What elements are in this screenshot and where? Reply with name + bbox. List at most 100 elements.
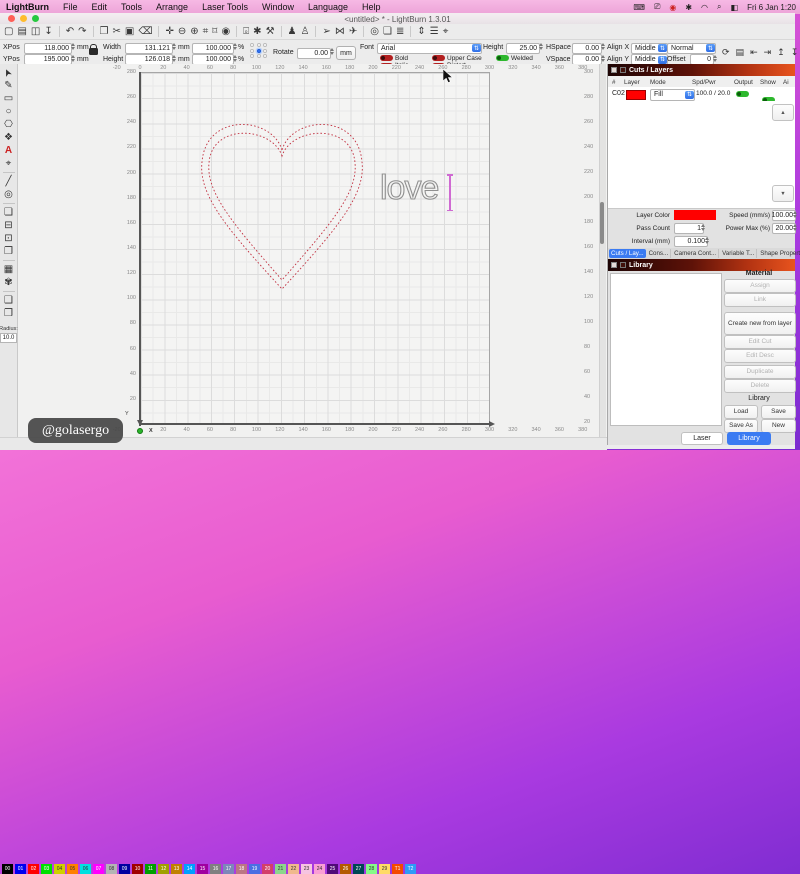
create-new-from-layer-button[interactable]: Create new from layer <box>724 312 796 335</box>
distribute-icon[interactable]: ⇕ <box>417 25 425 39</box>
edit-nodes-tool[interactable]: ❖ <box>4 131 13 144</box>
palette-chip-15[interactable]: 15 <box>197 864 208 874</box>
ellipse-tool[interactable]: ○ <box>5 105 11 118</box>
preview-icon[interactable]: ⌻ <box>243 25 249 39</box>
delete-button[interactable]: Delete <box>724 379 796 393</box>
polygon-tool[interactable]: ⎔ <box>4 118 13 131</box>
menu-item-edit[interactable]: Edit <box>92 2 108 12</box>
delete-icon[interactable]: ⌫ <box>138 25 152 39</box>
measure-tool[interactable]: ╱ <box>5 175 11 188</box>
zoom-in-icon[interactable]: ⊕ <box>190 25 198 39</box>
align-x-select[interactable]: Middle⇅ <box>631 43 668 54</box>
palette-chip-T1[interactable]: T1 <box>392 864 403 874</box>
palette-chip-12[interactable]: 12 <box>158 864 169 874</box>
palette-chip-28[interactable]: 28 <box>366 864 377 874</box>
palette-chip-13[interactable]: 13 <box>171 864 182 874</box>
palette-chip-07[interactable]: 07 <box>93 864 104 874</box>
welded-toggle-switch[interactable] <box>496 55 509 61</box>
font-height-input[interactable]: 25.00 <box>506 43 540 54</box>
palette-chip-17[interactable]: 17 <box>223 864 234 874</box>
control-center-icon[interactable]: ◧ <box>731 3 739 12</box>
heart-outline-outer[interactable] <box>202 124 363 289</box>
move-layer-down-button[interactable]: ▼ <box>772 185 794 202</box>
palette-chip-16[interactable]: 16 <box>210 864 221 874</box>
display-icon[interactable]: ⎚ <box>654 2 660 12</box>
camera-icon[interactable]: ◉ <box>221 25 230 39</box>
menu-item-laser-tools[interactable]: Laser Tools <box>202 2 248 12</box>
settings-icon[interactable]: ✱ <box>253 25 261 39</box>
move-layer-up-button[interactable]: ▲ <box>772 104 794 121</box>
select-tool[interactable]: ➤ <box>1 66 16 79</box>
user-icon[interactable]: ♙ <box>301 25 310 39</box>
panel-tab-3[interactable]: Variable T... <box>720 249 757 258</box>
menu-item-arrange[interactable]: Arrange <box>156 2 188 12</box>
position-laser-tool[interactable]: ⌖ <box>6 157 12 170</box>
palette-chip-19[interactable]: 19 <box>249 864 260 874</box>
assign-button[interactable]: Assign <box>724 279 796 293</box>
boolean-union-tool[interactable]: ❏ <box>4 206 13 219</box>
close-panel-icon[interactable] <box>620 262 626 268</box>
layer-color-value[interactable] <box>674 210 716 220</box>
palette-chip-27[interactable]: 27 <box>353 864 364 874</box>
refresh-icon[interactable]: ⟳ <box>722 47 730 58</box>
palette-chip-11[interactable]: 11 <box>145 864 156 874</box>
save-as-button[interactable]: Save As <box>724 419 758 433</box>
anchor-center-dot[interactable] <box>257 49 261 53</box>
selection-region-icon[interactable]: ⌑ <box>212 25 217 39</box>
layer-output-toggle[interactable] <box>736 91 749 97</box>
canvas-scrollbar[interactable] <box>599 64 606 437</box>
panel-tab-4[interactable]: Shape Properti... <box>758 249 800 258</box>
palette-chip-29[interactable]: 29 <box>379 864 390 874</box>
align-rows-icon[interactable]: ☰ <box>430 25 439 39</box>
boolean-intersect-tool[interactable]: ⊡ <box>4 232 12 245</box>
palette-chip-00[interactable]: 00 <box>2 864 13 874</box>
cuts-layers-titlebar[interactable]: Cuts / Layers <box>608 64 795 76</box>
palette-chip-02[interactable]: 02 <box>28 864 39 874</box>
palette-chip-23[interactable]: 23 <box>301 864 312 874</box>
move-to-position-icon[interactable]: ⌖ <box>443 25 449 39</box>
edit-desc-button[interactable]: Edit Desc <box>724 349 796 363</box>
frame-selection-icon[interactable]: ⌗ <box>203 25 209 39</box>
radius-input[interactable]: 10.0 <box>0 333 17 343</box>
paste-icon[interactable]: ▣ <box>125 25 134 39</box>
lock-aspect-icon[interactable] <box>89 48 98 55</box>
boolean-assistant-tool[interactable]: ❐ <box>4 245 13 258</box>
float-panel-icon[interactable] <box>611 67 617 73</box>
material-library-icon[interactable]: ♟ <box>288 25 297 39</box>
text-object[interactable]: love <box>380 171 438 205</box>
undo-icon[interactable]: ↶ <box>66 25 74 39</box>
palette-chip-01[interactable]: 01 <box>15 864 26 874</box>
panel-tab-0[interactable]: Cuts / Lay... <box>609 249 646 258</box>
copy-along-path-tool[interactable]: ❑ <box>4 294 13 307</box>
panel-tab-2[interactable]: Camera Cont... <box>672 249 719 258</box>
width-input[interactable]: 131.121 <box>125 43 173 54</box>
menu-item-help[interactable]: Help <box>362 2 381 12</box>
edit-text-tool[interactable]: A <box>5 144 12 157</box>
xpos-input[interactable]: 118.000 <box>24 43 72 54</box>
palette-chip-05[interactable]: 05 <box>67 864 78 874</box>
keyboard-icon[interactable]: ⌨ <box>633 3 645 12</box>
record-icon[interactable]: ◉ <box>669 3 676 12</box>
rotate-input[interactable]: 0.00 <box>297 48 331 59</box>
sound-icon[interactable]: ≣ <box>396 25 404 39</box>
align-right-icon[interactable]: ⇥ <box>764 47 772 58</box>
layer-list[interactable] <box>608 101 795 209</box>
load-button[interactable]: Load <box>724 405 758 419</box>
palette-chip-04[interactable]: 04 <box>54 864 65 874</box>
align-bottom-icon[interactable]: ↧ <box>791 47 799 58</box>
library-list[interactable] <box>610 273 722 426</box>
duplicate-button[interactable]: Duplicate <box>724 365 796 379</box>
new-file-icon[interactable]: ▢ <box>4 25 13 39</box>
palette-chip-21[interactable]: 21 <box>275 864 286 874</box>
panel-tab-1[interactable]: Cons... <box>647 249 672 258</box>
palette-chip-22[interactable]: 22 <box>288 864 299 874</box>
workspace-canvas[interactable]: Y X love -200204060801001201401601802002… <box>18 64 607 437</box>
palette-chip-20[interactable]: 20 <box>262 864 273 874</box>
machine-settings-icon[interactable]: ⚒ <box>266 25 275 39</box>
bold-toggle-switch[interactable] <box>380 55 393 61</box>
menu-clock[interactable]: Fri 6 Jan 1:20 <box>747 3 796 12</box>
save-button[interactable]: Save <box>761 405 796 419</box>
interval-input[interactable]: 0.100 <box>674 236 708 247</box>
tab-laser[interactable]: Laser <box>681 432 723 445</box>
save-icon[interactable]: ◫ <box>31 25 40 39</box>
